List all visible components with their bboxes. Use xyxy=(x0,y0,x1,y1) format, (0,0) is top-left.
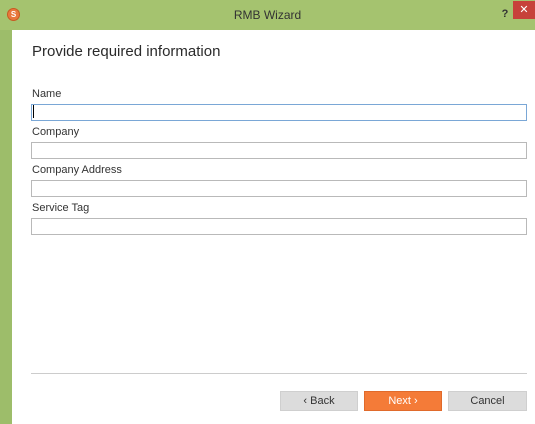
back-button[interactable]: ‹ Back xyxy=(280,391,358,411)
company-address-label: Company Address xyxy=(32,164,122,176)
name-input[interactable] xyxy=(31,104,527,121)
help-icon[interactable]: ? xyxy=(498,7,512,21)
cancel-button[interactable]: Cancel xyxy=(448,391,527,411)
service-tag-input[interactable] xyxy=(31,218,527,235)
wizard-content: Provide required information Name Compan… xyxy=(12,30,535,424)
window-title: RMB Wizard xyxy=(233,8,302,22)
company-address-input[interactable] xyxy=(31,180,527,197)
footer-divider xyxy=(31,373,527,374)
company-input[interactable] xyxy=(31,142,527,159)
company-label: Company xyxy=(32,126,80,138)
name-label: Name xyxy=(32,88,62,100)
service-tag-label: Service Tag xyxy=(32,202,90,214)
page-title: Provide required information xyxy=(32,43,221,60)
close-icon[interactable]: ✕ xyxy=(513,1,535,19)
wizard-window: S RMB Wizard ? ✕ Provide required inform… xyxy=(0,0,535,424)
title-bar[interactable]: S RMB Wizard ? ✕ xyxy=(0,0,535,30)
text-caret xyxy=(33,105,34,118)
next-button[interactable]: Next › xyxy=(364,391,442,411)
